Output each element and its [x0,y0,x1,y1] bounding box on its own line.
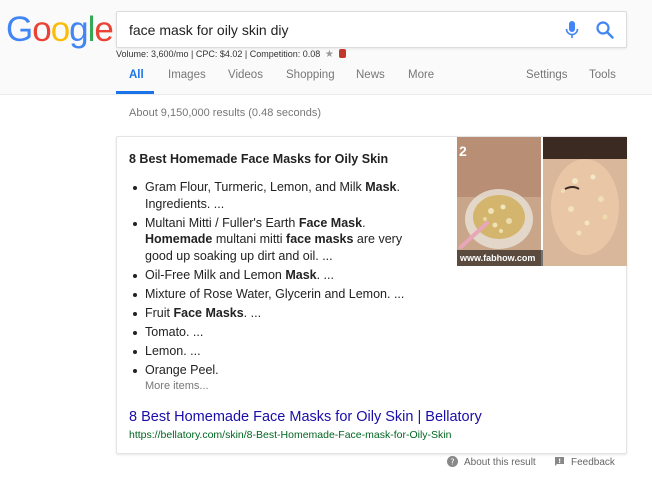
search-tabs: All Images Videos Shopping News More Set… [116,69,626,95]
snippet-list-item: Oil-Free Milk and Lemon Mask. ... [129,267,419,284]
tools-link[interactable]: Tools [589,69,616,81]
snippet-list-item: Orange Peel. [129,362,419,379]
keyword-stats-text: Volume: 3,600/mo | CPC: $4.02 | Competit… [116,49,321,59]
result-count: About 9,150,000 results (0.48 seconds) [129,107,322,119]
logo-letter: G [6,10,33,49]
tab-news[interactable]: News [356,69,385,81]
database-icon[interactable] [339,49,347,58]
tab-more[interactable]: More [408,69,434,81]
snippet-text: Fruit [145,305,174,320]
tab-videos[interactable]: Videos [228,69,263,81]
snippet-list-item: Fruit Face Masks. ... [129,305,419,322]
snippet-text: Orange Peel. [145,362,219,377]
search-icon[interactable] [595,20,615,40]
snippet-text: Mixture of Rose Water, Glycerin and Lemo… [145,286,405,301]
snippet-keyword: Homemade [145,232,213,246]
snippet-text: . ... [316,267,334,282]
result-url: https://bellatory.com/skin/8-Best-Homema… [129,429,452,441]
result-link-title[interactable]: 8 Best Homemade Face Masks for Oily Skin… [129,409,482,425]
snippet-keyword: Mask [285,267,317,282]
snippet-list-item: Gram Flour, Turmeric, Lemon, and Milk Ma… [129,179,419,212]
snippet-title: 8 Best Homemade Face Masks for Oily Skin [129,152,389,166]
featured-snippet: 8 Best Homemade Face Masks for Oily Skin… [116,136,627,454]
snippet-text: Multani Mitti / Fuller's Earth [145,215,299,230]
snippet-keyword: face masks [286,232,354,246]
microphone-icon[interactable] [563,20,581,40]
snippet-keyword: Face Mask [298,215,363,230]
settings-link[interactable]: Settings [526,69,568,81]
feedback-icon [555,457,564,466]
search-input[interactable]: face mask for oily skin diy [129,22,289,38]
star-icon[interactable]: ★ [325,49,334,60]
about-result-link[interactable]: ? About this result [447,456,536,468]
snippet-photo [457,137,627,266]
logo-letter: o [50,10,70,49]
logo-letter: e [94,10,113,49]
logo-letter: g [69,10,88,49]
snippet-list-item: Multani Mitti / Fuller's Earth Face Mask… [129,215,419,265]
logo-letter: l [87,10,96,49]
google-logo[interactable]: Google [6,10,114,49]
about-result-label: About this result [464,457,536,468]
help-icon: ? [447,456,458,467]
snippet-text: multani mitti [212,232,287,246]
snippet-text: Tomato. ... [145,324,204,339]
tab-all[interactable]: All [129,69,144,81]
svg-text:?: ? [450,458,454,467]
snippet-text: Gram Flour, Turmeric, Lemon, and Milk [145,180,366,194]
search-header: Google face mask for oily skin diy Volum… [0,0,652,95]
snippet-text: . [362,215,366,230]
keyword-stats-bar: Volume: 3,600/mo | CPC: $4.02 | Competit… [116,49,347,60]
search-box[interactable]: face mask for oily skin diy [116,11,627,48]
feedback-link[interactable]: Feedback [554,456,615,468]
logo-letter: o [32,10,51,49]
tab-images[interactable]: Images [168,69,206,81]
snippet-keyword: Face Masks [173,305,244,320]
tab-shopping[interactable]: Shopping [286,69,335,81]
more-items-link[interactable]: More items... [145,380,209,392]
snippet-list-item: Lemon. ... [129,343,419,360]
snippet-list: Gram Flour, Turmeric, Lemon, and Milk Ma… [129,179,419,381]
snippet-image[interactable]: 2 www.fabhow.com [457,137,627,266]
image-source: www.fabhow.com [457,250,543,266]
active-tab-indicator [116,91,154,94]
snippet-keyword: Mask [365,180,397,194]
feedback-label: Feedback [571,457,615,468]
snippet-text: . ... [243,305,262,320]
snippet-text: Lemon. ... [145,343,201,358]
image-number: 2 [459,143,467,159]
snippet-list-item: Mixture of Rose Water, Glycerin and Lemo… [129,286,419,303]
snippet-text: Oil-Free Milk and Lemon [145,267,286,282]
snippet-list-item: Tomato. ... [129,324,419,341]
